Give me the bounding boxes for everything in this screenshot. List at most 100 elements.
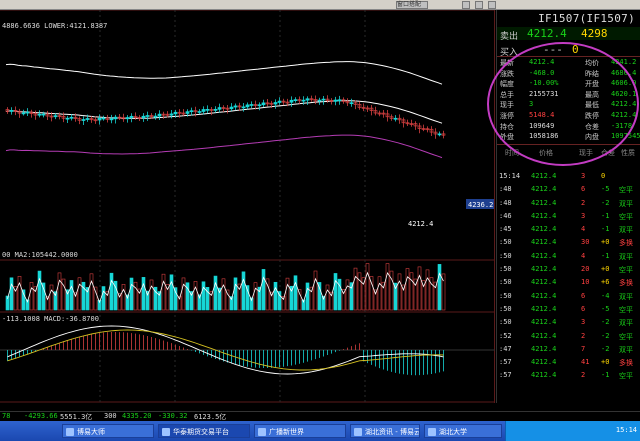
task-item-4[interactable]: 湖北资讯 - 博易云汇	[350, 424, 420, 438]
candle-body	[233, 105, 238, 108]
tick-row[interactable]: :50 4212.4 30 +0 多换	[497, 236, 640, 249]
tick-row[interactable]: :46 4212.4 3 -1 空平	[497, 210, 640, 223]
candle-body	[157, 113, 162, 117]
tick-row[interactable]: :48 4212.4 6 -5 空平	[497, 183, 640, 196]
tick-time: :50	[499, 318, 512, 327]
volume-bar	[365, 263, 370, 311]
tick-row[interactable]: :45 4212.4 4 -1 双平	[497, 223, 640, 236]
candle-body	[289, 99, 294, 103]
volume-bar	[169, 274, 174, 311]
volume-bar	[273, 281, 278, 311]
tick-type: 双平	[619, 226, 633, 235]
sell-row[interactable]: 卖出 4212.4 4298	[497, 27, 640, 42]
volume-bar	[121, 284, 126, 311]
restore-icon[interactable]	[475, 1, 483, 9]
tick-volume: 3	[581, 172, 586, 180]
tick-oi: +0	[601, 265, 610, 274]
tick-oi: +6	[601, 278, 610, 287]
contract-title-bar: IF1507(IF1507)	[497, 10, 640, 27]
task-item-3[interactable]: 广播新世界	[254, 424, 346, 438]
candle-body	[321, 98, 326, 101]
task-label-2: 华泰期货交易平台	[173, 428, 229, 436]
volume-bar	[221, 278, 226, 311]
tick-oi: 0	[601, 172, 606, 180]
sell-volume: 4298	[581, 27, 608, 40]
tick-volume: 3	[581, 211, 586, 220]
close-icon[interactable]	[488, 1, 496, 9]
candle-body	[257, 104, 262, 107]
tick-row[interactable]: :48 4212.4 2 -2 双平	[497, 197, 640, 210]
volume-bar	[29, 282, 34, 311]
candle-body	[145, 115, 150, 117]
bollinger-label: 4886.6636 LOWER:4121.8387	[2, 22, 107, 30]
tick-row[interactable]: :50 4212.4 10 +6 多换	[497, 276, 640, 289]
tick-row[interactable]: :57 4212.4 41 +0 多换	[497, 356, 640, 369]
volume-bar	[409, 272, 414, 311]
toolbar-button[interactable]: 窗口搭配	[396, 1, 428, 9]
minimize-icon[interactable]	[462, 1, 470, 9]
candle-body	[185, 111, 190, 114]
volume-bar	[245, 285, 250, 311]
tick-row[interactable]: :50 4212.4 4 -1 双平	[497, 250, 640, 263]
volume-bar	[349, 282, 354, 311]
candle-body	[197, 111, 202, 113]
candle-body	[173, 111, 178, 115]
task-item-1[interactable]: 博易大师	[62, 424, 154, 438]
candle-body	[65, 117, 70, 120]
tick-time: :48	[499, 185, 512, 194]
tick-volume: 6	[581, 185, 586, 194]
tick-oi: +0	[601, 238, 610, 247]
tick-price: 4212.4	[531, 265, 557, 274]
task-label-5: 湖北大学	[439, 428, 467, 436]
tick-time: :50	[499, 265, 512, 274]
tick-time: 15:14	[499, 172, 521, 180]
volume-bar	[357, 272, 362, 311]
candle-body	[293, 99, 298, 101]
tick-row[interactable]: :57 4212.4 2 -1 空平	[497, 369, 640, 382]
tick-type: 多换	[619, 239, 633, 248]
volume-bar	[345, 279, 350, 311]
tick-volume: 4	[581, 225, 586, 234]
candle-body	[9, 110, 14, 112]
tick-price: 4212.4	[531, 225, 557, 234]
tick-type: 空平	[619, 372, 633, 381]
tick-row[interactable]: :50 4212.4 20 +0 空平	[497, 263, 640, 276]
tick-price: 4212.4	[531, 318, 557, 327]
candle-body	[201, 109, 206, 112]
tick-oi: -1	[601, 225, 610, 234]
tick-row[interactable]: :47 4212.4 7 -2 双平	[497, 343, 640, 356]
tick-oi: -1	[601, 211, 610, 220]
tick-row[interactable]: :50 4212.4 6 -5 空平	[497, 303, 640, 316]
kline-chart[interactable]: 4886.6636 LOWER:4121.8387 4212.4 4236.2 00 …	[0, 10, 495, 403]
tick-row[interactable]: 15:14 4212.4 3 0	[497, 170, 640, 183]
candle-body	[85, 118, 90, 120]
volume-bar	[69, 280, 74, 311]
price-tag-right: 4236.2	[468, 201, 493, 209]
tick-price: 4212.4	[531, 291, 557, 300]
candle-body	[169, 113, 174, 116]
sell-price: 4212.4	[527, 27, 567, 40]
task-item-2[interactable]: 华泰期货交易平台	[158, 424, 250, 438]
volume-bar	[313, 270, 318, 311]
tick-price: 4212.4	[531, 172, 557, 180]
tick-price: 4212.4	[531, 185, 557, 194]
candle-body	[277, 100, 282, 103]
tick-list[interactable]: 15:14 4212.4 3 0:48 4212.4 6 -5 空平:48 4212.4 2 -2 双…	[497, 170, 640, 383]
tick-row[interactable]: :52 4212.4 2 -2 空平	[497, 330, 640, 343]
volume-bar	[89, 273, 94, 311]
volume-bar	[261, 269, 266, 311]
candle-body	[241, 106, 246, 109]
candle-body	[97, 117, 102, 121]
tick-volume: 3	[581, 318, 586, 327]
app-icon	[428, 428, 436, 436]
candle-body	[349, 102, 354, 105]
task-item-5[interactable]: 湖北大学	[424, 424, 502, 438]
tick-row[interactable]: :50 4212.4 6 -4 双平	[497, 290, 640, 303]
app-icon	[66, 428, 74, 436]
tick-type: 空平	[619, 212, 633, 221]
volume-bar	[341, 289, 346, 311]
volume-bar	[437, 264, 442, 311]
tick-row[interactable]: :50 4212.4 3 -2 双平	[497, 316, 640, 329]
volume-bar	[317, 282, 322, 311]
candle-body	[437, 133, 442, 136]
